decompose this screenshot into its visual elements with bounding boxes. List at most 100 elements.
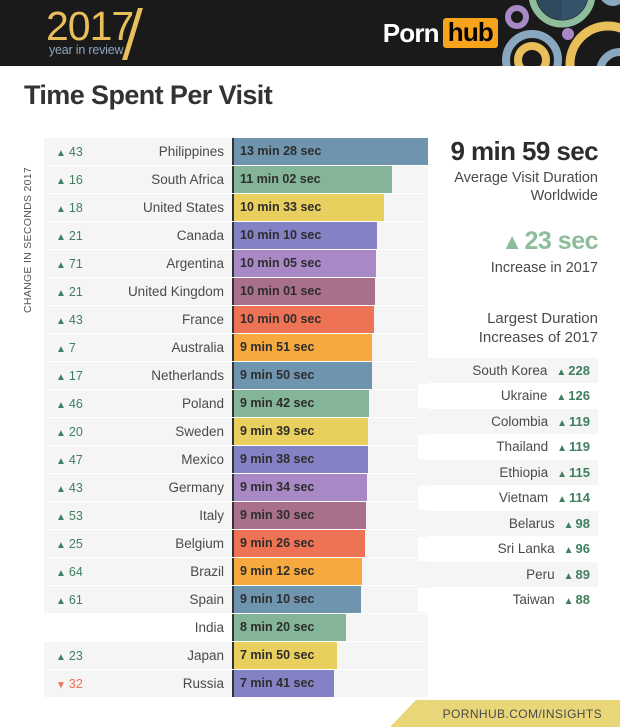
up-triangle-icon: ▲ — [56, 147, 66, 159]
bar-label: 10 min 05 sec — [240, 256, 322, 270]
country-name: Philippines — [158, 144, 224, 159]
change-value: ▲ 53 — [44, 509, 96, 523]
list-item-number: 119 — [569, 413, 590, 429]
bar-track: 9 min 51 sec — [232, 334, 428, 361]
bar-track: 10 min 05 sec — [232, 250, 428, 277]
table-row: ▲ 43 Germany 9 min 34 sec — [44, 474, 428, 501]
bar-label: 10 min 33 sec — [240, 200, 322, 214]
country-name: France — [181, 312, 224, 327]
up-triangle-icon: ▲ — [56, 455, 66, 467]
bar-label: 7 min 41 sec — [240, 676, 315, 690]
bar-label: 9 min 26 sec — [240, 536, 315, 550]
list-item-country: South Korea — [472, 362, 548, 378]
up-triangle-icon: ▲ — [56, 595, 66, 607]
table-row: ▲ 61 Spain 9 min 10 sec — [44, 586, 428, 613]
list-item: Vietnam ▲ 114 — [418, 485, 598, 510]
change-number: 43 — [68, 144, 83, 159]
up-triangle-icon: ▲ — [56, 343, 66, 355]
up-triangle-icon: ▲ — [56, 511, 66, 523]
header-bar: 2017 year in review Porn hub — [0, 0, 620, 66]
up-triangle-icon: ▲ — [56, 175, 66, 187]
change-value: ▲ 21 — [44, 285, 96, 299]
bar-label: 9 min 50 sec — [240, 368, 315, 382]
increase-caption: Increase in 2017 — [490, 260, 598, 276]
up-triangle-icon: ▲ — [56, 287, 66, 299]
bar-label: 9 min 38 sec — [240, 452, 315, 466]
bar-label: 9 min 30 sec — [240, 508, 315, 522]
bar-label: 9 min 10 sec — [240, 592, 315, 606]
change-number: 18 — [68, 200, 83, 215]
list-item-country: Ethiopia — [499, 464, 549, 480]
up-triangle-icon: ▲ — [56, 427, 66, 439]
bar-track: 10 min 01 sec — [232, 278, 428, 305]
bar-label: 11 min 02 sec — [240, 172, 321, 186]
year-in-review-logo: 2017 year in review — [22, 2, 162, 60]
table-row: ▲ 21 Canada 10 min 10 sec — [44, 222, 428, 249]
change-value: ▲ 61 — [44, 593, 96, 607]
bar-track: 9 min 34 sec — [232, 474, 428, 501]
list-item-country: Ukraine — [500, 388, 548, 404]
change-value: ▲ 16 — [44, 173, 96, 187]
average-duration-caption: Average Visit Duration Worldwide — [418, 169, 598, 205]
table-row: India 8 min 20 sec — [44, 614, 428, 641]
country-name: Argentina — [166, 256, 224, 271]
chart-axis-label: CHANGE IN SECONDS 2017 — [22, 166, 34, 313]
increase-value-text: 23 sec — [524, 227, 599, 255]
up-triangle-icon: ▲ — [563, 596, 574, 608]
table-row: ▲ 16 South Africa 11 min 02 sec — [44, 166, 428, 193]
bar-label: 8 min 20 sec — [240, 620, 315, 634]
table-row: ▲ 64 Brazil 9 min 12 sec — [44, 558, 428, 585]
change-number: 47 — [68, 452, 83, 467]
change-number: 46 — [68, 396, 83, 411]
change-number: 16 — [68, 172, 83, 187]
page-title: Time Spent Per Visit — [24, 80, 273, 110]
country-name: Belgium — [175, 536, 224, 551]
change-number: 53 — [68, 508, 83, 523]
list-item-number: 115 — [569, 464, 590, 480]
change-number: 71 — [68, 256, 83, 271]
table-row: ▲ 47 Mexico 9 min 38 sec — [44, 446, 428, 473]
brand-logo-first: Porn — [382, 18, 440, 48]
list-item-value: ▲ 119 — [557, 439, 590, 454]
decorative-circles — [502, 0, 620, 66]
up-triangle-icon: ▲ — [556, 366, 567, 378]
list-item: Belarus ▲ 98 — [418, 511, 598, 536]
list-item-number: 126 — [568, 388, 590, 404]
country-name: Australia — [171, 340, 224, 355]
table-row: ▲ 46 Poland 9 min 42 sec — [44, 390, 428, 417]
average-duration-value: 9 min 59 sec — [450, 136, 599, 166]
footer: PORNHUB.COM/INSIGHTS — [0, 700, 620, 727]
change-value: ▲ 7 — [44, 341, 96, 355]
country-name: Japan — [187, 648, 224, 663]
change-value: ▲ 71 — [44, 257, 96, 271]
list-item-value: ▲ 89 — [564, 567, 590, 582]
table-row: ▲ 71 Argentina 10 min 05 sec — [44, 250, 428, 277]
list-item-country: Sri Lanka — [497, 541, 555, 557]
change-value: ▲ 23 — [44, 649, 96, 663]
up-triangle-icon: ▲ — [56, 259, 66, 271]
country-name: Brazil — [190, 564, 224, 579]
list-item: Colombia ▲ 119 — [418, 409, 598, 434]
list-item: South Korea ▲ 228 — [418, 358, 598, 383]
average-duration-caption-line2: Worldwide — [530, 188, 598, 204]
bar-track: 9 min 12 sec — [232, 558, 428, 585]
bar-track: 9 min 10 sec — [232, 586, 428, 613]
change-number: 7 — [68, 340, 76, 355]
bar-track: 7 min 50 sec — [232, 642, 428, 669]
footer-url[interactable]: PORNHUB.COM/INSIGHTS — [443, 700, 602, 727]
list-item: Thailand ▲ 119 — [418, 434, 598, 459]
country-name: United States — [142, 200, 224, 215]
list-item-value: ▲ 115 — [557, 465, 590, 480]
country-name: South Africa — [151, 172, 224, 187]
bar-track: 9 min 30 sec — [232, 502, 428, 529]
table-row: ▲ 23 Japan 7 min 50 sec — [44, 642, 428, 669]
increase-value: ▲23 sec — [418, 227, 598, 256]
up-triangle-icon: ▲ — [56, 567, 66, 579]
table-row: ▲ 7 Australia 9 min 51 sec — [44, 334, 428, 361]
change-number: 32 — [68, 676, 83, 691]
table-row: ▲ 17 Netherlands 9 min 50 sec — [44, 362, 428, 389]
change-value: ▲ 43 — [44, 313, 96, 327]
bar-label: 9 min 39 sec — [240, 424, 315, 438]
up-triangle-icon: ▲ — [56, 231, 66, 243]
change-number: 21 — [68, 284, 83, 299]
